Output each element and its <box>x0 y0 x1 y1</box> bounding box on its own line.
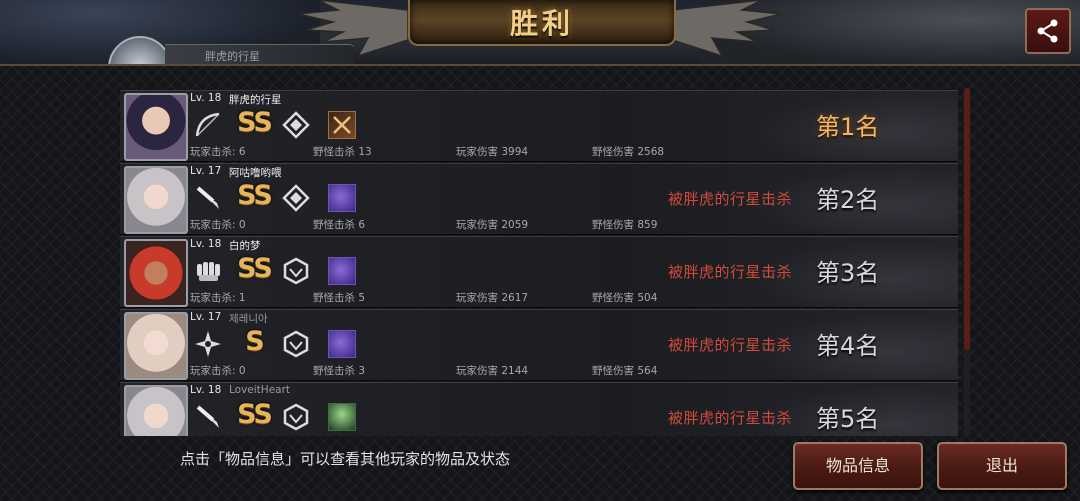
rank-label: 第5名 <box>816 405 880 433</box>
player-damage: 玩家伤害 2617 <box>456 292 529 304</box>
player-damage: 玩家伤害 3994 <box>456 146 529 158</box>
rank-label: 第2名 <box>816 186 880 214</box>
hexagon-emblem-icon <box>280 401 312 433</box>
header-tab-text: 胖虎的行星 <box>205 50 260 63</box>
player-avatar[interactable] <box>124 93 188 161</box>
hexagon-emblem-icon <box>280 255 312 287</box>
fist-icon <box>192 255 224 287</box>
player-kills: 玩家击杀: 1 <box>190 292 246 304</box>
player-level: Lv. 18 <box>190 384 222 396</box>
purple-beast-item-icon[interactable] <box>326 255 358 287</box>
player-row[interactable]: Lv. 17 阿咕噜哟喂 SS 玩家击杀: 0 野怪击杀 6 玩家伤害 2059… <box>120 163 958 235</box>
killed-by-text: 被胖虎的行星击杀 <box>668 409 793 427</box>
player-avatar[interactable] <box>124 166 188 234</box>
player-level: Lv. 18 <box>190 92 222 104</box>
share-icon <box>1037 19 1058 43</box>
share-button[interactable] <box>1025 8 1071 54</box>
player-level: Lv. 18 <box>190 238 222 250</box>
player-name: 제레니아 <box>229 313 268 325</box>
rank-label: 第4名 <box>816 332 880 360</box>
item-info-button[interactable]: 物品信息 <box>793 442 923 490</box>
scrollbar-thumb[interactable] <box>964 88 970 350</box>
player-avatar[interactable] <box>124 385 188 436</box>
grade-badge: SS <box>237 180 273 211</box>
monster-damage: 野怪伤害 504 <box>592 292 658 304</box>
player-row[interactable]: Lv. 18 LoveitHeart SS 被胖虎的行星击杀 第5名 <box>120 382 958 436</box>
monster-damage: 野怪伤害 859 <box>592 219 658 231</box>
player-kills: 玩家击杀: 0 <box>190 365 246 377</box>
monster-damage: 野怪伤害 564 <box>592 365 658 377</box>
player-row[interactable]: Lv. 18 白的梦 SS 玩家击杀: 1 野怪击杀 5 玩家伤害 2617 野… <box>120 236 958 308</box>
knife-icon <box>192 401 224 433</box>
monster-kills: 野怪击杀 5 <box>313 292 366 304</box>
hexagon-emblem-icon <box>280 328 312 360</box>
player-name: 阿咕噜哟喂 <box>229 167 282 179</box>
purple-beast-item-icon[interactable] <box>326 328 358 360</box>
player-results-list: Lv. 18 胖虎的行星 SS 玩家击杀: 6 野怪击杀 13 玩家伤害 399… <box>120 90 958 436</box>
monster-kills: 野怪击杀 3 <box>313 365 366 377</box>
player-avatar[interactable] <box>124 312 188 380</box>
player-name: 胖虎的行星 <box>229 94 282 106</box>
green-creature-item-icon[interactable] <box>326 401 358 433</box>
rank-label: 第3名 <box>816 259 880 287</box>
diamond-emblem-icon <box>280 109 312 141</box>
shuriken-icon <box>192 328 224 360</box>
killed-by-text: 被胖虎的行星击杀 <box>668 336 793 354</box>
player-row[interactable]: Lv. 17 제레니아 S 玩家击杀: 0 野怪击杀 3 玩家伤害 2144 野… <box>120 309 958 381</box>
grade-badge: S <box>245 326 264 357</box>
player-damage: 玩家伤害 2144 <box>456 365 529 377</box>
grade-badge: SS <box>237 253 273 284</box>
player-name: LoveitHeart <box>229 384 291 396</box>
player-damage: 玩家伤害 2059 <box>456 219 529 231</box>
victory-title: 胜利 <box>509 7 574 40</box>
player-level: Lv. 17 <box>190 311 222 323</box>
exit-button[interactable]: 退出 <box>937 442 1067 490</box>
crossed-blades-item-icon[interactable] <box>326 109 358 141</box>
player-level: Lv. 17 <box>190 165 222 177</box>
victory-title-plate: 胜利 <box>408 0 676 46</box>
monster-damage: 野怪伤害 2568 <box>592 146 665 158</box>
player-avatar[interactable] <box>124 239 188 307</box>
player-kills: 玩家击杀: 6 <box>190 146 246 158</box>
monster-kills: 野怪击杀 13 <box>313 146 372 158</box>
grade-badge: SS <box>237 107 273 138</box>
left-wing-ornament-icon <box>298 0 408 58</box>
killed-by-text: 被胖虎的行星击杀 <box>668 263 793 281</box>
purple-beast-item-icon[interactable] <box>326 182 358 214</box>
diamond-emblem-icon <box>280 182 312 214</box>
knife-icon <box>192 182 224 214</box>
killed-by-text: 被胖虎的行星击杀 <box>668 190 793 208</box>
player-row[interactable]: Lv. 18 胖虎的行星 SS 玩家击杀: 6 野怪击杀 13 玩家伤害 399… <box>120 90 958 162</box>
rank-label: 第1名 <box>816 113 880 141</box>
player-name: 白的梦 <box>229 240 261 252</box>
monster-kills: 野怪击杀 6 <box>313 219 366 231</box>
grade-badge: SS <box>237 399 273 430</box>
player-kills: 玩家击杀: 0 <box>190 219 246 231</box>
bow-icon <box>192 109 224 141</box>
right-wing-ornament-icon <box>672 0 782 58</box>
hint-text: 点击「物品信息」可以查看其他玩家的物品及状态 <box>180 450 511 468</box>
